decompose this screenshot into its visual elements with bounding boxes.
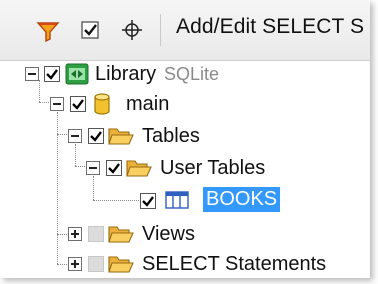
check-icon — [72, 99, 84, 110]
user-tables-checkbox[interactable] — [106, 160, 122, 176]
views-label: Views — [142, 223, 195, 245]
database-cylinder-icon — [94, 93, 110, 115]
main-label: main — [126, 93, 170, 115]
toolbar: Add/Edit SELECT S — [0, 0, 370, 61]
check-icon — [90, 131, 102, 142]
check-icon — [108, 163, 120, 174]
select-statements-checkbox[interactable] — [88, 256, 104, 272]
folder-open-icon — [126, 160, 152, 177]
tree-node-views[interactable]: Views — [0, 218, 370, 250]
check-icon — [46, 69, 58, 80]
folder-open-icon — [108, 256, 134, 273]
filter-icon — [36, 22, 60, 43]
tree-node-library[interactable]: Library SQLite — [0, 58, 370, 90]
tree-node-user-tables[interactable]: User Tables — [0, 152, 370, 184]
folder-open-icon — [108, 128, 134, 145]
tables-label: Tables — [142, 125, 200, 147]
library-label: Library — [95, 63, 157, 85]
main-checkbox[interactable] — [70, 96, 86, 112]
books-checkbox[interactable] — [140, 193, 156, 209]
tree-node-books[interactable]: BOOKS — [0, 184, 370, 216]
locate-crosshair-icon — [122, 20, 142, 40]
tables-checkbox[interactable] — [88, 128, 104, 144]
checkbox-check-icon — [81, 21, 99, 39]
library-type-label: SQLite — [164, 64, 220, 84]
select-statements-label: SELECT Statements — [142, 253, 327, 275]
database-explorer-panel: Add/Edit SELECT S Library SQLite main Ta… — [0, 0, 370, 278]
table-icon — [165, 191, 189, 209]
filter-button[interactable] — [34, 14, 62, 46]
toolbar-separator — [160, 14, 161, 46]
check-icon — [142, 196, 154, 207]
tree-node-main[interactable]: main — [0, 88, 370, 120]
locate-button[interactable] — [118, 14, 146, 46]
library-checkbox[interactable] — [44, 66, 60, 82]
expand-toggle[interactable] — [68, 257, 82, 271]
collapse-toggle[interactable] — [86, 161, 100, 175]
books-label: BOOKS — [203, 187, 281, 212]
collapse-toggle[interactable] — [25, 67, 39, 81]
expand-toggle[interactable] — [68, 227, 82, 241]
user-tables-label: User Tables — [160, 157, 266, 179]
collapse-toggle[interactable] — [50, 97, 64, 111]
tree-node-select-statements[interactable]: SELECT Statements — [0, 248, 370, 278]
add-edit-select-button[interactable]: Add/Edit SELECT S — [176, 15, 364, 39]
library-database-icon — [65, 63, 89, 85]
tree-node-tables[interactable]: Tables — [0, 120, 370, 152]
collapse-toggle[interactable] — [68, 129, 82, 143]
check-all-button[interactable] — [76, 14, 104, 46]
folder-open-icon — [108, 226, 134, 243]
views-checkbox[interactable] — [88, 226, 104, 242]
